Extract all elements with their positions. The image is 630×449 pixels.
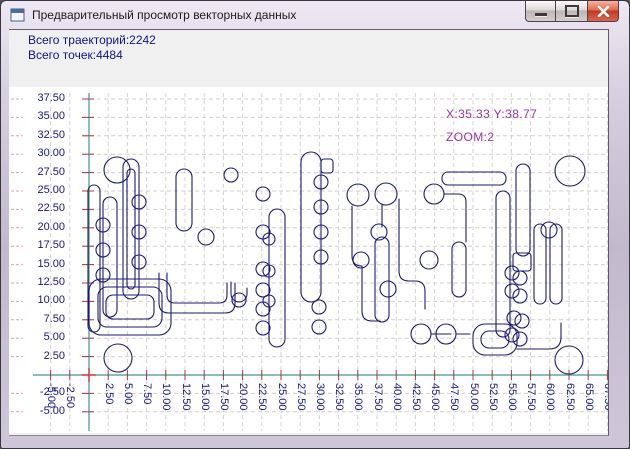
- x-axis-label: 10.00: [160, 383, 173, 411]
- trace-circle: [255, 301, 271, 317]
- x-axis-label: 47.50: [448, 383, 461, 411]
- x-axis-label: 50.00: [467, 383, 480, 411]
- maximize-button[interactable]: [556, 1, 587, 22]
- trace-outline: [268, 208, 286, 348]
- app-window: Предварительный просмотр векторных данны…: [0, 0, 630, 449]
- x-axis-label: 22.50: [256, 383, 269, 411]
- x-axis-label: 57.50: [525, 383, 538, 411]
- x-axis-label: 5.00: [121, 383, 134, 405]
- y-axis-label: 32.50: [37, 128, 65, 141]
- trace-circle: [512, 331, 528, 347]
- trace-circle: [223, 167, 239, 183]
- y-axis-label: 35.00: [37, 110, 65, 123]
- trace-circle: [504, 265, 520, 281]
- x-axis-label: 15.00: [198, 383, 211, 411]
- window-titlebar[interactable]: Предварительный просмотр векторных данны…: [1, 1, 629, 29]
- trace-outline: [175, 168, 193, 232]
- trace-outline: [441, 171, 507, 186]
- y-axis-label: 10.00: [37, 294, 65, 307]
- trace-path: [166, 272, 228, 304]
- trace-outline: [515, 163, 531, 257]
- y-axis-label: 2.50: [43, 349, 65, 362]
- trace-circle: [554, 155, 586, 187]
- trace-path: [443, 193, 467, 243]
- x-axis-label: 45.00: [429, 383, 442, 411]
- trajectory-count: Всего траекторий:2242: [28, 33, 156, 47]
- trace-circle: [514, 313, 530, 329]
- x-axis-label: 12.50: [179, 383, 192, 411]
- y-axis-label: 7.50: [43, 312, 65, 325]
- caption-buttons: [525, 1, 619, 22]
- trace-circle: [504, 283, 520, 299]
- app-icon: [10, 7, 26, 23]
- x-axis-label: 7.50: [141, 383, 154, 405]
- zoom-level: ZOOM:2: [446, 130, 495, 144]
- trace-circle: [419, 250, 439, 270]
- x-axis-label: 20.00: [237, 383, 250, 411]
- x-axis-label: 42.50: [409, 383, 422, 411]
- trace-path: [230, 281, 248, 303]
- y-axis-label: 37.50: [37, 92, 65, 104]
- close-button[interactable]: [587, 1, 619, 22]
- x-axis-label: 37.50: [371, 383, 384, 411]
- trace-circle: [423, 183, 445, 205]
- trace-circle: [410, 323, 432, 345]
- x-axis-label: 2.50: [102, 383, 115, 405]
- x-axis-label: 65.00: [582, 383, 595, 411]
- trace-outline: [126, 168, 136, 290]
- trace-outline: [549, 223, 563, 305]
- x-axis-label: 52.50: [486, 383, 499, 411]
- x-axis-label: 67.50: [601, 383, 608, 411]
- client-area: Всего траекторий:2242 Всего точек:4484 X…: [9, 29, 609, 436]
- y-axis-label: 25.00: [37, 184, 65, 196]
- y-axis-label: 27.50: [37, 165, 65, 178]
- x-axis-label: 17.50: [217, 383, 230, 411]
- maximize-icon: [564, 5, 579, 17]
- x-axis-label: 55.00: [505, 383, 518, 411]
- x-axis-label: 27.50: [294, 383, 307, 411]
- cursor-coordinates: X:35.33 Y:38.77: [446, 107, 538, 121]
- window-title: Предварительный просмотр векторных данны…: [32, 8, 297, 22]
- x-axis-label: 40.00: [390, 383, 403, 411]
- x-axis-label: 62.50: [563, 383, 576, 411]
- y-axis-label: 17.50: [37, 239, 65, 252]
- x-axis-label: 35.00: [352, 383, 365, 411]
- vector-canvas[interactable]: [9, 87, 608, 433]
- trace-path: [351, 205, 381, 322]
- x-axis-label: 25.00: [275, 383, 288, 411]
- trace-circle: [255, 186, 271, 202]
- y-axis-label: 30.00: [37, 147, 65, 160]
- minimize-button[interactable]: [525, 1, 556, 22]
- trace-circle: [197, 228, 215, 246]
- minimize-icon: [534, 12, 547, 16]
- y-axis-label: 15.00: [37, 257, 65, 270]
- trace-outline: [300, 151, 322, 303]
- x-axis-label: -5.00: [45, 383, 58, 409]
- y-axis-label: 22.50: [37, 202, 65, 215]
- y-axis-label: 5.00: [43, 331, 65, 344]
- x-axis-label: 60.00: [544, 383, 557, 411]
- trace-circle: [255, 320, 271, 336]
- trace-outline: [97, 286, 163, 328]
- point-count: Всего точек:4484: [28, 48, 123, 62]
- trace-circle: [374, 182, 398, 206]
- trace-outline: [320, 158, 334, 174]
- close-icon: [597, 5, 609, 17]
- trace-path: [398, 198, 426, 310]
- trace-circle: [506, 310, 522, 326]
- y-axis-label: 20.00: [37, 220, 65, 233]
- x-axis-label: 32.50: [333, 383, 346, 411]
- x-axis-label: -2.50: [64, 383, 77, 409]
- x-axis-label: 30.00: [313, 383, 326, 411]
- trace-circle: [103, 343, 133, 373]
- y-axis-label: 12.50: [37, 276, 65, 288]
- plot-area[interactable]: X:35.33 Y:38.77 ZOOM:2 37.50 35.00 32.50 30…: [9, 87, 608, 433]
